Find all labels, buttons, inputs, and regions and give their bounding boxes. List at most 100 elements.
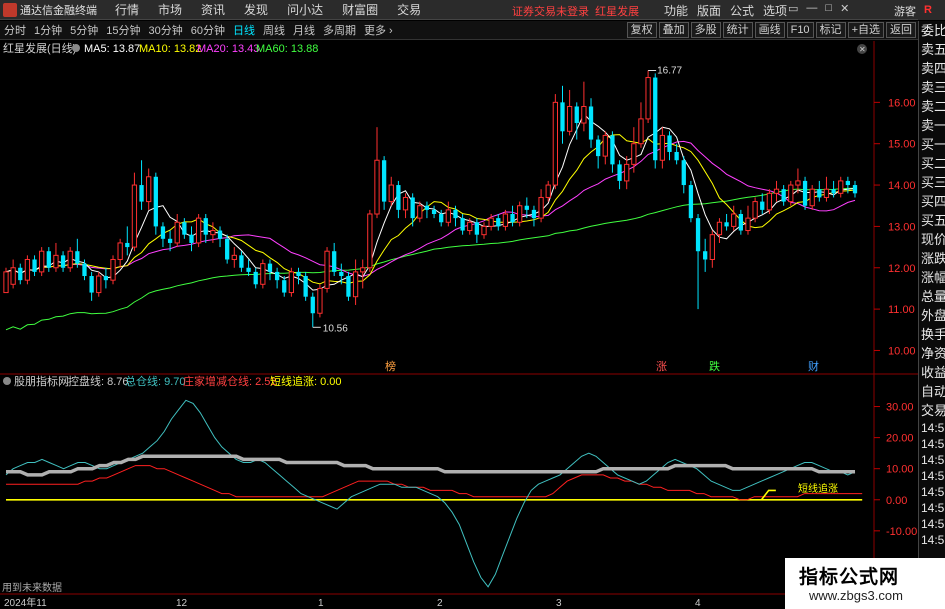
candle-body <box>239 255 244 268</box>
candle-body <box>738 214 743 231</box>
side-net-assets: 净资 <box>921 346 945 361</box>
candle-body <box>352 271 359 298</box>
candle-body <box>396 185 401 210</box>
period-more[interactable]: 更多 › <box>360 22 397 38</box>
candle-body <box>324 250 330 289</box>
candle-body <box>274 271 280 281</box>
ma60-label: MA60: 13.88 <box>256 43 318 55</box>
minimize-icon[interactable]: — <box>806 2 817 15</box>
f10-button[interactable]: F10 <box>786 22 814 38</box>
toolbar-buttons: 复权 叠加 多股 统计 画线 F10 标记 +自选 返回 <box>626 22 916 38</box>
candle-body <box>131 184 138 248</box>
candle-body <box>39 250 45 273</box>
menu-functions[interactable]: 功能 <box>664 2 688 19</box>
multi-stock-button[interactable]: 多股 <box>690 22 721 38</box>
r-indicator[interactable]: R <box>918 0 945 20</box>
settings-dot-icon[interactable] <box>3 377 11 385</box>
settings-dot-icon[interactable] <box>72 44 80 52</box>
candle-body <box>817 189 822 198</box>
candle-body <box>182 222 187 235</box>
candle-body <box>67 250 73 269</box>
candle-body <box>566 105 573 132</box>
login-notice-text: 证券交易未登录 <box>512 6 589 18</box>
candle-body <box>781 189 786 202</box>
candle-body <box>332 251 337 272</box>
adjust-button[interactable]: 复权 <box>626 22 657 38</box>
candle-body <box>624 163 630 182</box>
menu-ask-xiaoda[interactable]: 问小达 <box>287 1 323 18</box>
stock-chart[interactable]: 红星发展(日线) MA5: 13.87 MA10: 13.82 MA20: 13… <box>0 41 918 609</box>
close-icon[interactable]: ✕ <box>840 2 849 15</box>
side-time: 14:56 <box>921 469 945 483</box>
menu-formula[interactable]: 公式 <box>730 2 754 19</box>
candle-body <box>225 238 230 260</box>
candle-body <box>189 234 194 243</box>
candle-body <box>374 159 380 215</box>
login-status[interactable]: 证券交易未登录 红星发展 <box>512 3 639 19</box>
maximize-icon[interactable]: □ <box>825 2 832 15</box>
candle-body <box>195 217 202 244</box>
restore-icon[interactable]: ▭ <box>788 2 798 15</box>
side-volume: 总量 <box>921 289 945 304</box>
side-trade[interactable]: 交易 <box>919 401 945 420</box>
candle-body <box>602 134 608 157</box>
event-marker-up[interactable]: 涨 <box>656 360 667 373</box>
mark-button[interactable]: 标记 <box>815 22 846 38</box>
period-15min[interactable]: 15分钟 <box>102 22 144 38</box>
high-marker: 16.77 <box>648 66 683 77</box>
period-weekly[interactable]: 周线 <box>259 22 289 38</box>
candle-body <box>524 205 529 210</box>
menu-wealth-circle[interactable]: 财富圈 <box>342 1 378 18</box>
indicator-tick-label: 0.00 <box>886 495 907 507</box>
period-multi[interactable]: 多周期 <box>319 22 360 38</box>
period-1min[interactable]: 1分钟 <box>30 22 66 38</box>
menu-layout[interactable]: 版面 <box>697 2 721 19</box>
time-label: 12 <box>176 598 188 609</box>
side-ask1: 卖一 <box>921 118 945 133</box>
price-tick-label: 13.00 <box>888 221 916 233</box>
candle-body <box>246 267 251 272</box>
overlay-button[interactable]: 叠加 <box>658 22 689 38</box>
side-ask2: 卖二 <box>921 99 945 114</box>
zongcang-label: 总仓线: 9.70 <box>125 374 186 388</box>
indicator-name: 股朋指标网 <box>14 374 69 388</box>
period-30min[interactable]: 30分钟 <box>145 22 187 38</box>
period-monthly[interactable]: 月线 <box>289 22 319 38</box>
candle-body <box>388 184 394 203</box>
guest-label[interactable]: 游客 <box>894 3 916 19</box>
side-change: 涨跌 <box>921 251 945 266</box>
event-marker-rank[interactable]: 榜 <box>385 359 396 373</box>
period-60min[interactable]: 60分钟 <box>187 22 229 38</box>
side-bid3: 买三 <box>921 175 945 190</box>
side-outer: 外盘 <box>921 308 945 323</box>
menu-market[interactable]: 市场 <box>158 1 182 18</box>
menu-discover[interactable]: 发现 <box>244 1 268 18</box>
candle-body <box>467 221 473 232</box>
candle-body <box>402 196 409 211</box>
candle-body <box>53 254 59 269</box>
add-watchlist-button[interactable]: +自选 <box>847 22 884 38</box>
ma10-label: MA10: 13.82 <box>139 43 201 55</box>
period-5min[interactable]: 5分钟 <box>66 22 102 38</box>
candle-body <box>474 222 480 235</box>
side-auto[interactable]: 自动 <box>919 382 945 401</box>
menu-trade[interactable]: 交易 <box>397 1 421 18</box>
menu-news[interactable]: 资讯 <box>201 1 225 18</box>
candle-body <box>125 242 130 248</box>
period-daily[interactable]: 日线 <box>229 22 259 38</box>
period-intraday[interactable]: 分时 <box>0 22 30 38</box>
app-title: 通达信金融终端 <box>20 4 97 17</box>
event-marker-finance[interactable]: 财 <box>808 359 819 373</box>
candle-body <box>117 242 123 260</box>
candle-body <box>502 213 509 227</box>
panel-close-icon[interactable]: ✕ <box>857 44 867 54</box>
event-marker-down[interactable]: 跌 <box>709 359 720 373</box>
candle-body <box>445 209 451 223</box>
menu-options[interactable]: 选项 <box>763 2 787 19</box>
draw-line-button[interactable]: 画线 <box>754 22 785 38</box>
menu-market-quotes[interactable]: 行情 <box>115 1 139 18</box>
candle-body <box>809 188 815 207</box>
back-button[interactable]: 返回 <box>886 22 916 38</box>
stats-button[interactable]: 统计 <box>722 22 753 38</box>
candle-body <box>667 135 672 152</box>
